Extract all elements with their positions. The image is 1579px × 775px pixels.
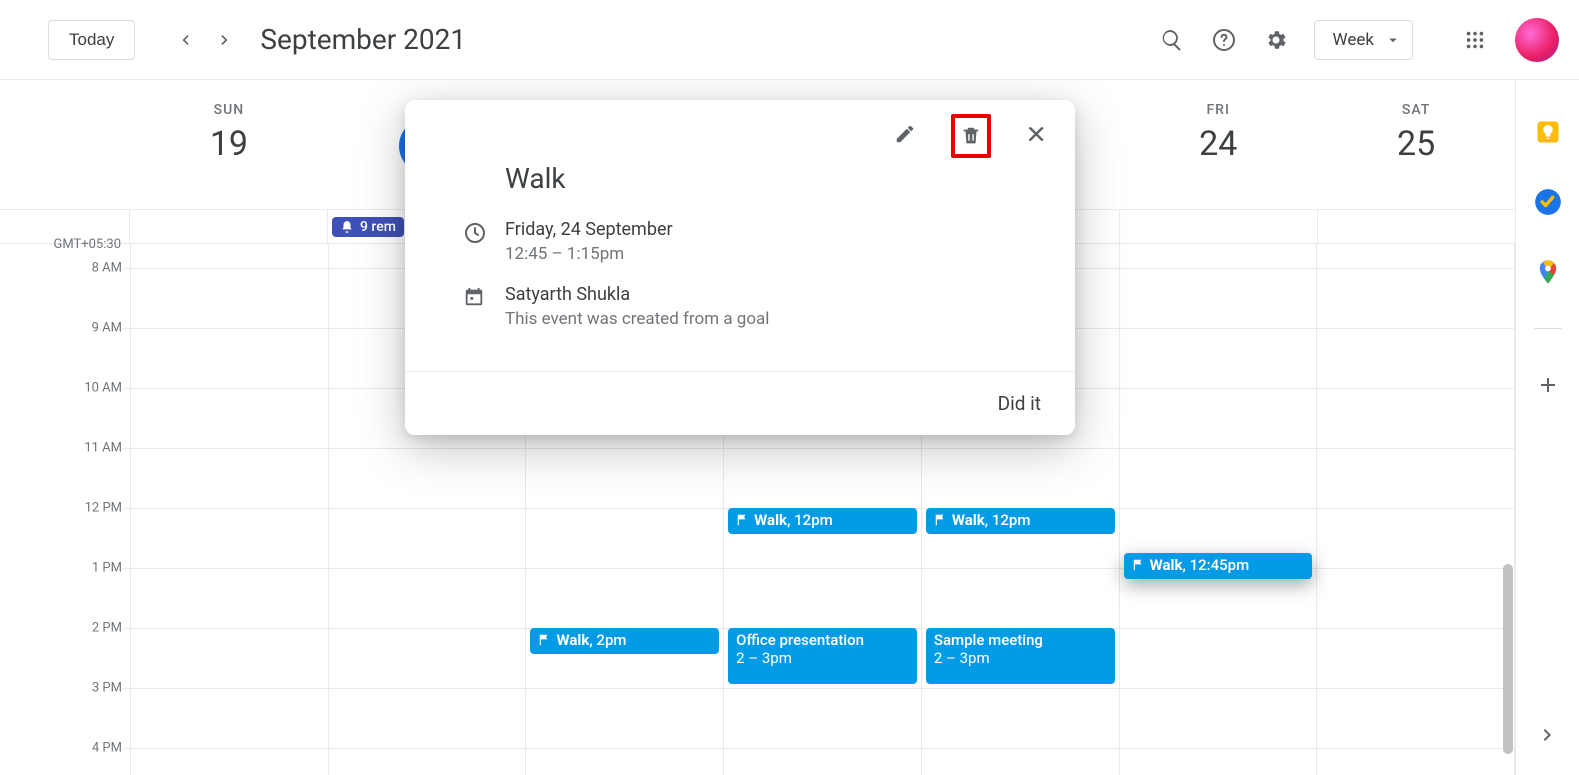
calendar-area: SUN 19 MON 20 TUE 21 WED 22 THU 23 FRI 2… [0,80,1515,775]
maps-button[interactable] [1528,252,1568,292]
day-header-sun[interactable]: SUN 19 [130,80,328,209]
help-icon [1212,28,1236,52]
allday-cell-fri[interactable] [1120,210,1318,243]
popover-date: Friday, 24 September [505,219,673,240]
day-of-week-label: SAT [1317,102,1515,118]
day-of-month-label: 25 [1317,124,1515,164]
keep-icon [1534,118,1562,146]
delete-event-button[interactable] [955,118,987,154]
day-of-week-label: FRI [1119,102,1317,118]
hour-label: 2 PM [92,621,122,636]
side-panel [1515,80,1579,775]
delete-highlight-annotation [951,114,991,158]
event-popover: Walk Friday, 24 September 12:45 – 1:15pm [405,100,1075,435]
scrollbar-thumb[interactable] [1503,564,1513,754]
hour-label: 12 PM [85,501,122,516]
next-week-button[interactable] [205,20,245,60]
chevron-right-icon [215,30,235,50]
calendar-event[interactable]: Sample meeting2 – 3pm [926,628,1115,684]
popover-event-title: Walk [505,162,1047,195]
view-selector-label: Week [1333,30,1374,50]
maps-icon [1534,258,1562,286]
hours-column: 8 AM 9 AM 10 AM 11 AM 12 PM 1 PM 2 PM 3 PM 4 PM [0,244,130,775]
close-popover-button[interactable] [1017,114,1057,154]
popover-owner: Satyarth Shukla [505,284,769,305]
tasks-button[interactable] [1528,182,1568,222]
day-header-sat[interactable]: SAT 25 [1317,80,1515,209]
gear-icon [1264,28,1288,52]
day-col-fri[interactable]: Walk, 12:45pm [1120,244,1318,775]
hour-label: 9 AM [92,321,122,336]
calendar-icon [463,286,485,308]
dropdown-caret-icon [1384,31,1402,49]
popover-time: 12:45 – 1:15pm [505,244,673,264]
calendar-event[interactable]: Walk, 2pm [530,628,719,654]
day-col-sun[interactable] [130,244,329,775]
popover-actions [405,100,1075,158]
hide-side-panel-button[interactable] [1528,715,1568,755]
edit-event-button[interactable] [885,114,925,154]
calendar-event[interactable]: Walk, 12pm [926,508,1115,534]
reminder-chip[interactable]: 9 rem [332,217,404,237]
google-apps-button[interactable] [1453,18,1497,62]
timezone-column-header [0,80,130,209]
month-title: September 2021 [260,23,466,56]
calendar-event[interactable]: Walk, 12pm [728,508,917,534]
prev-week-button[interactable] [165,20,205,60]
hour-label: 11 AM [84,441,122,456]
search-icon [1160,28,1184,52]
hour-label: 10 AM [84,381,122,396]
hour-label: 3 PM [92,681,122,696]
clock-icon [463,221,487,245]
trash-icon [960,125,982,147]
allday-cell-sat[interactable] [1318,210,1515,243]
calendar-event[interactable]: Office presentation2 – 3pm [728,628,917,684]
hour-label: 1 PM [92,561,122,576]
hour-label: 4 PM [92,741,122,756]
calendar-event[interactable]: Walk, 12:45pm [1124,553,1313,579]
view-selector[interactable]: Week [1314,20,1413,60]
get-addons-button[interactable] [1528,365,1568,405]
popover-origin: This event was created from a goal [505,309,769,329]
plus-icon [1536,373,1560,397]
did-it-button[interactable]: Did it [998,392,1041,415]
chevron-right-icon [1536,723,1560,747]
day-of-month-label: 24 [1119,124,1317,164]
allday-cell-sun[interactable] [130,210,328,243]
settings-button[interactable] [1254,18,1298,62]
account-avatar[interactable] [1515,18,1559,62]
day-of-month-label: 19 [130,124,328,164]
hour-label: 8 AM [92,261,122,276]
pencil-icon [894,123,916,145]
day-of-week-label: SUN [130,102,328,118]
reminder-chip-label: 9 rem [360,219,396,235]
nav-arrows [165,20,245,60]
header: Today September 2021 Week [0,0,1579,80]
chevron-left-icon [175,30,195,50]
apps-grid-icon [1464,29,1486,51]
day-header-fri[interactable]: FRI 24 [1119,80,1317,209]
close-icon [1026,123,1048,145]
reminder-icon [340,220,354,234]
search-button[interactable] [1150,18,1194,62]
side-panel-divider [1534,328,1562,329]
tasks-icon [1534,188,1562,216]
keep-button[interactable] [1528,112,1568,152]
help-button[interactable] [1202,18,1246,62]
day-col-sat[interactable] [1317,244,1515,775]
today-button[interactable]: Today [48,20,135,60]
timezone-label-cell: GMT+05:30 [0,210,130,243]
